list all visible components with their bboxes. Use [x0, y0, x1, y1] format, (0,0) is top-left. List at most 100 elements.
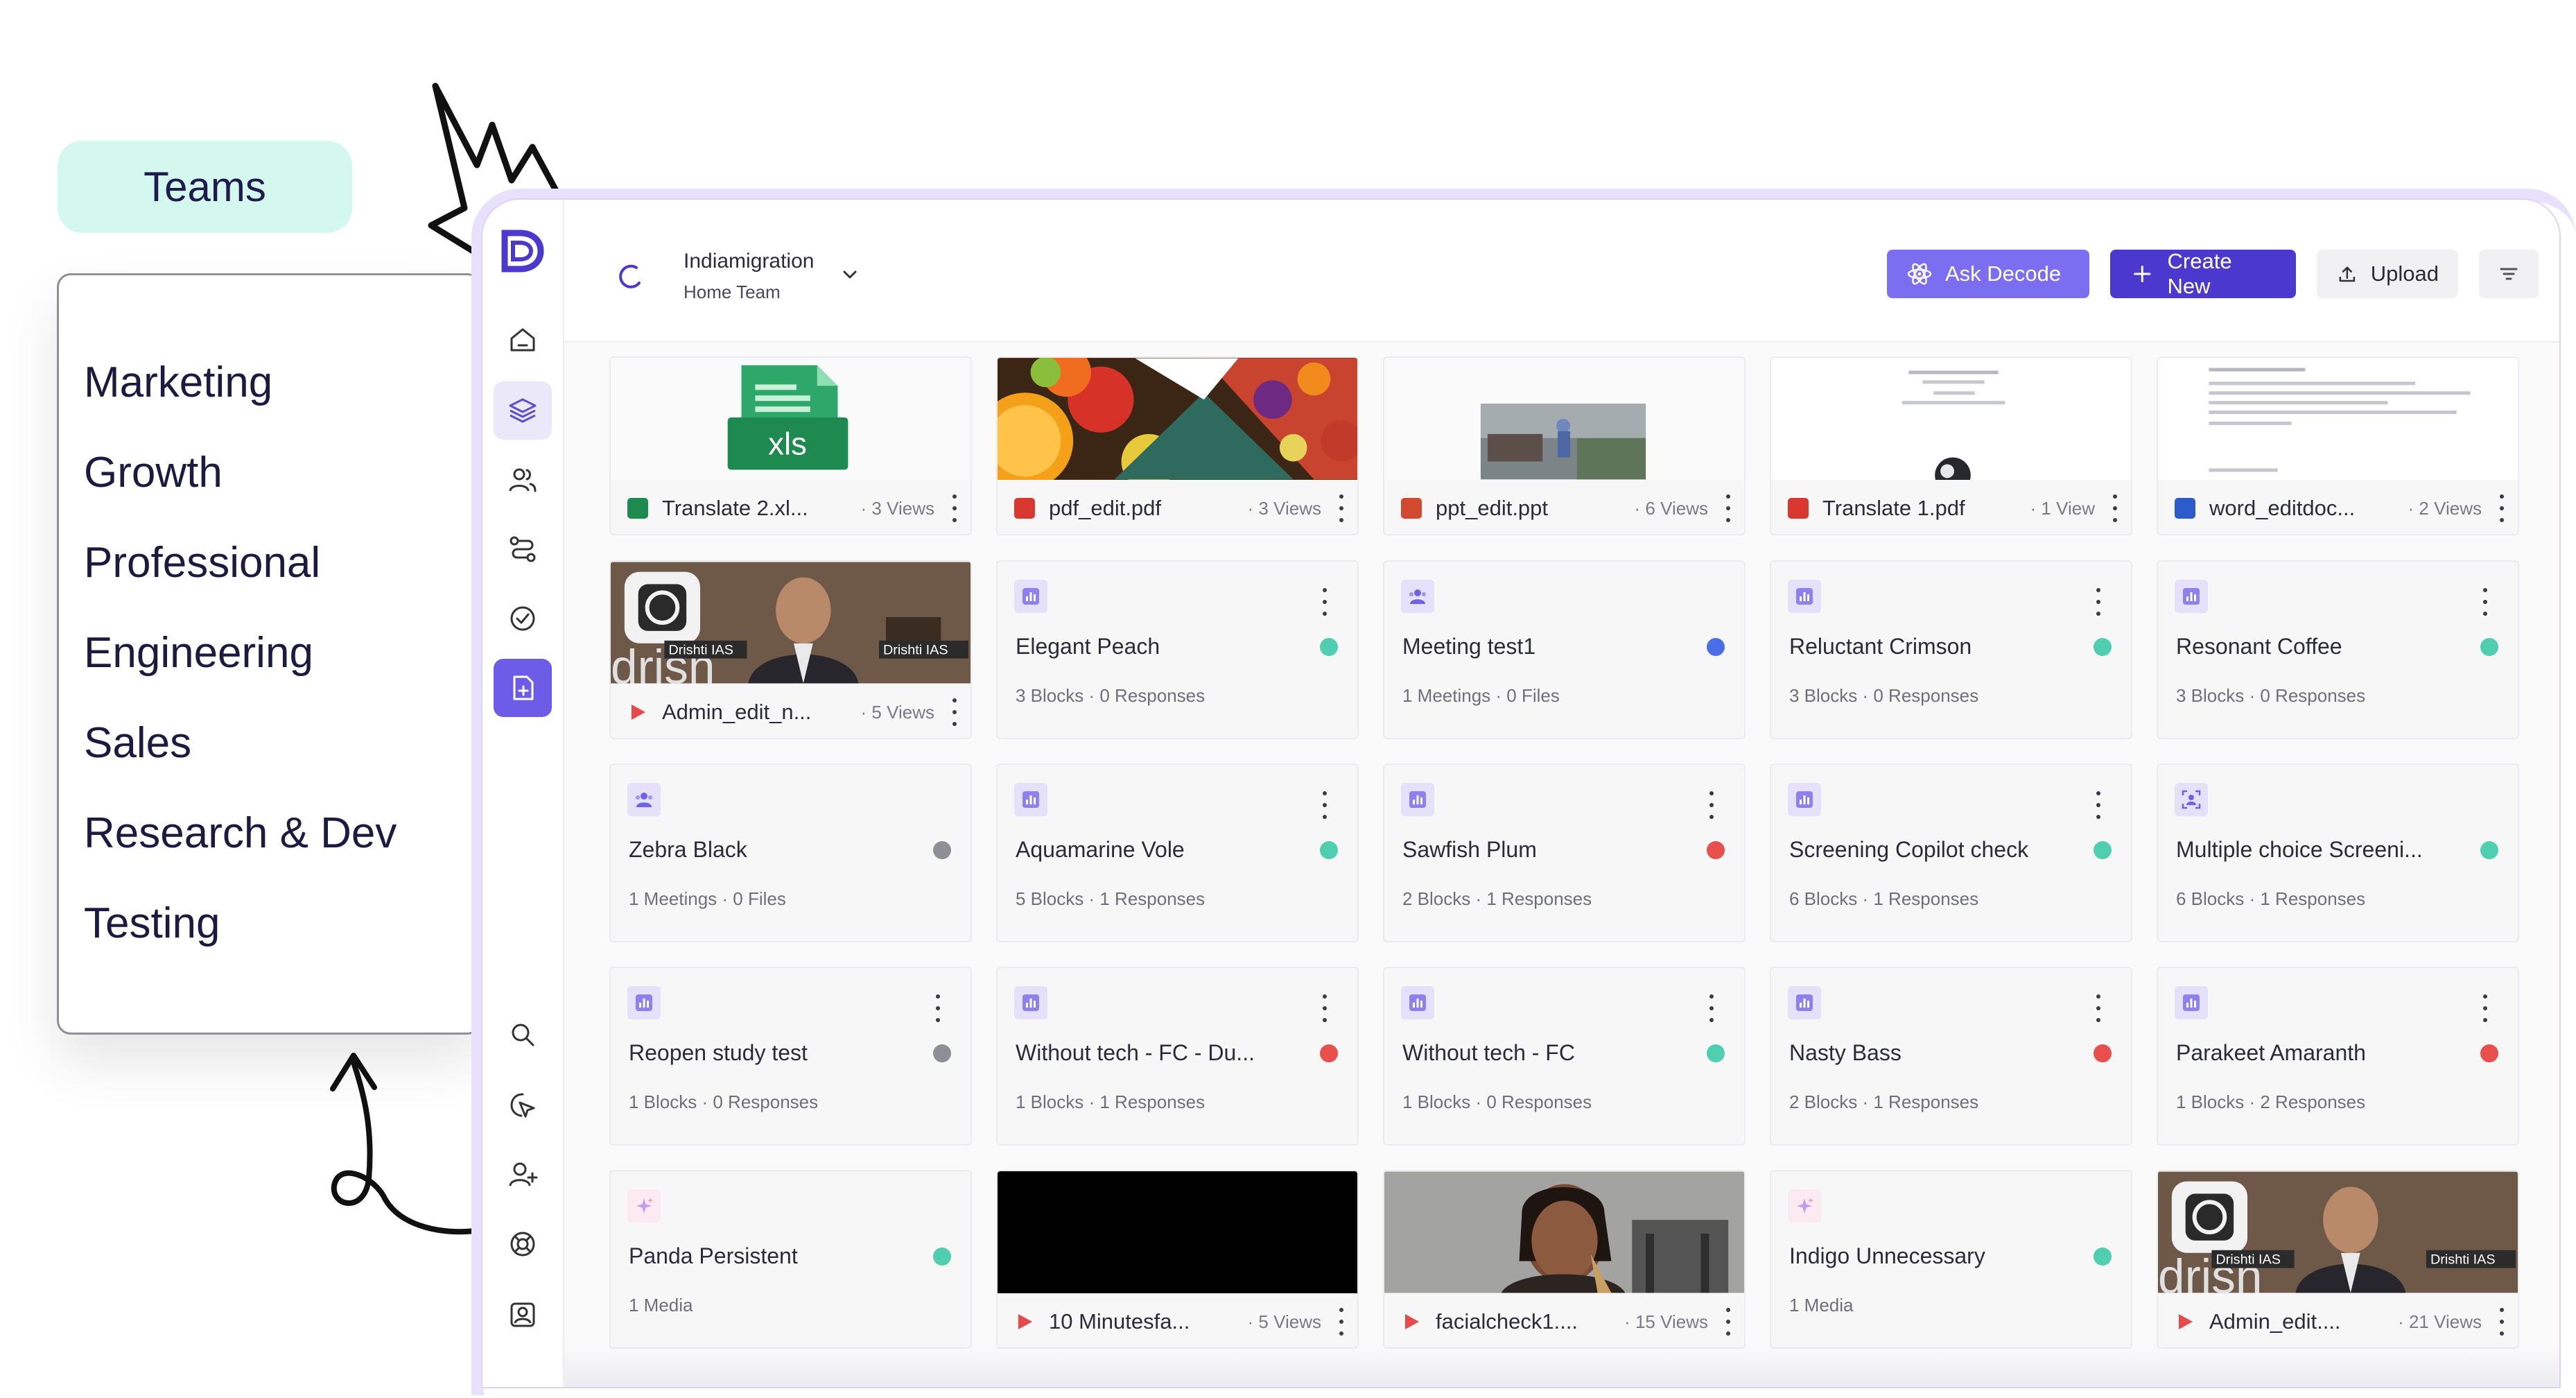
more-options-icon[interactable] [934, 994, 941, 1022]
media-card[interactable]: Panda Persistent 1 Media [609, 1170, 972, 1349]
chart-icon [2175, 580, 2208, 613]
view-count: · 1 View [2030, 497, 2095, 519]
more-options-icon[interactable] [1338, 1308, 1345, 1336]
file-card[interactable]: Translate 1.pdf · 1 View [1770, 356, 2132, 535]
more-options-icon[interactable] [2095, 588, 2102, 616]
team-item-research-dev[interactable]: Research & Dev [84, 809, 397, 899]
team-item-engineering[interactable]: Engineering [84, 629, 397, 719]
more-options-icon[interactable] [2482, 994, 2489, 1022]
file-card[interactable]: drish Drishti IAS Drishti IAS Admin_edit… [609, 560, 972, 739]
teams-list: Marketing Growth Professional Engineerin… [84, 359, 397, 990]
layers-icon[interactable] [494, 381, 552, 440]
more-options-icon[interactable] [1708, 791, 1715, 819]
plus-icon [2134, 265, 2151, 283]
file-card[interactable]: facialcheck1.... · 15 Views [1383, 1170, 1746, 1349]
more-options-icon[interactable] [1321, 994, 1328, 1022]
status-dot [1320, 841, 1338, 859]
status-dot [2094, 1044, 2112, 1062]
card-meta: 6 Blocks · 1 Responses [1789, 888, 1979, 909]
chevron-down-icon[interactable] [837, 262, 862, 287]
main-content: Indiamigration Home Team Ask Decode Crea… [564, 200, 2559, 1387]
ask-decode-button[interactable]: Ask Decode [1887, 250, 2089, 298]
study-card[interactable]: Screening Copilot check 6 Blocks · 1 Res… [1770, 763, 2132, 942]
more-options-icon[interactable] [1708, 994, 1715, 1022]
file-card[interactable]: xls Translate 2.xl... · 3 Views [609, 356, 972, 535]
add-user-icon[interactable] [494, 1146, 552, 1204]
file-card[interactable]: 10 Minutesfa... · 5 Views [996, 1170, 1359, 1349]
search-icon[interactable] [494, 1006, 552, 1064]
file-card[interactable]: pdf_edit.pdf · 3 Views [996, 356, 1359, 535]
study-card[interactable]: Without tech - FC 1 Blocks · 0 Responses [1383, 967, 1746, 1146]
chart-icon [1014, 580, 1047, 613]
new-document-icon[interactable] [494, 659, 552, 717]
card-meta: 3 Blocks · 0 Responses [1016, 685, 1206, 706]
card-title: Multiple choice Screeni... [2176, 837, 2423, 862]
more-options-icon[interactable] [951, 494, 958, 522]
card-title: Aquamarine Vole [1016, 837, 1185, 862]
file-card[interactable]: drish Drishti IAS Drishti IAS Admin_edit… [2157, 1170, 2519, 1349]
team-item-professional[interactable]: Professional [84, 539, 397, 629]
cursor-click-icon[interactable] [494, 1076, 552, 1134]
home-icon[interactable] [494, 311, 552, 369]
study-card[interactable]: Nasty Bass 2 Blocks · 1 Responses [1770, 967, 2132, 1146]
more-options-icon[interactable] [951, 698, 958, 726]
study-card[interactable]: Reluctant Crimson 3 Blocks · 0 Responses [1770, 560, 2132, 739]
study-card[interactable]: Parakeet Amaranth 1 Blocks · 2 Responses [2157, 967, 2519, 1146]
users-icon[interactable] [494, 451, 552, 509]
header-bar: Indiamigration Home Team Ask Decode Crea… [564, 200, 2559, 343]
meeting-card[interactable]: Zebra Black 1 Meetings · 0 Files [609, 763, 972, 942]
more-options-icon[interactable] [1321, 588, 1328, 616]
meeting-card[interactable]: Meeting test1 1 Meetings · 0 Files [1383, 560, 1746, 739]
more-options-icon[interactable] [1725, 494, 1732, 522]
word-file-icon [2175, 498, 2195, 519]
video-thumbnail [1384, 1171, 1744, 1293]
more-options-icon[interactable] [2498, 1308, 2505, 1336]
upload-button[interactable]: Upload [2317, 250, 2458, 298]
pdf-file-icon [1788, 498, 1809, 519]
file-card[interactable]: ppt_edit.ppt · 6 Views [1383, 356, 1746, 535]
check-circle-icon[interactable] [494, 589, 552, 648]
more-options-icon[interactable] [2112, 494, 2118, 522]
more-options-icon[interactable] [2498, 494, 2505, 522]
workspace-name[interactable]: Indiamigration [684, 250, 814, 273]
team-name[interactable]: Home Team [684, 282, 781, 303]
media-card[interactable]: Indigo Unnecessary 1 Media [1770, 1170, 2132, 1349]
more-options-icon[interactable] [1338, 494, 1345, 522]
more-options-icon[interactable] [1725, 1308, 1732, 1336]
study-card[interactable]: Sawfish Plum 2 Blocks · 1 Responses [1383, 763, 1746, 942]
card-title: Panda Persistent [629, 1243, 798, 1268]
status-dot [2094, 638, 2112, 656]
more-options-icon[interactable] [2482, 588, 2489, 616]
teams-dropdown-panel: Marketing Growth Professional Engineerin… [57, 273, 481, 1035]
create-new-button[interactable]: Create New [2110, 249, 2296, 298]
teams-heading: Teams [58, 141, 352, 233]
hand-drawn-arrow-icon [330, 1053, 478, 1235]
status-dot [1707, 1044, 1725, 1062]
sidebar [482, 200, 564, 1387]
card-meta: 1 Media [1789, 1295, 1854, 1315]
study-card[interactable]: Elegant Peach 3 Blocks · 0 Responses [996, 560, 1359, 739]
file-card[interactable]: word_editdoc... · 2 Views [2157, 356, 2519, 535]
team-item-marketing[interactable]: Marketing [84, 359, 397, 449]
more-options-icon[interactable] [2095, 994, 2102, 1022]
study-card[interactable]: Aquamarine Vole 5 Blocks · 1 Responses [996, 763, 1359, 942]
more-options-icon[interactable] [2095, 791, 2102, 819]
file-thumbnail [2158, 358, 2518, 480]
logo-icon[interactable] [498, 227, 545, 275]
team-item-testing[interactable]: Testing [84, 899, 397, 990]
profile-card-icon[interactable] [494, 1286, 552, 1344]
card-meta: 2 Blocks · 1 Responses [1789, 1091, 1979, 1112]
filter-button[interactable] [2479, 250, 2539, 298]
chart-icon [1788, 986, 1821, 1019]
help-buoy-icon[interactable] [494, 1215, 552, 1273]
more-options-icon[interactable] [1321, 791, 1328, 819]
team-item-growth[interactable]: Growth [84, 449, 397, 539]
study-card[interactable]: Reopen study test 1 Blocks · 0 Responses [609, 967, 972, 1146]
screening-card[interactable]: Multiple choice Screeni... 6 Blocks · 1 … [2157, 763, 2519, 942]
study-card[interactable]: Without tech - FC - Du... 1 Blocks · 1 R… [996, 967, 1359, 1146]
pdf-file-icon [1014, 498, 1035, 519]
team-item-sales[interactable]: Sales [84, 719, 397, 809]
study-card[interactable]: Resonant Coffee 3 Blocks · 0 Responses [2157, 560, 2519, 739]
route-icon[interactable] [494, 520, 552, 578]
play-icon [2179, 1314, 2193, 1329]
